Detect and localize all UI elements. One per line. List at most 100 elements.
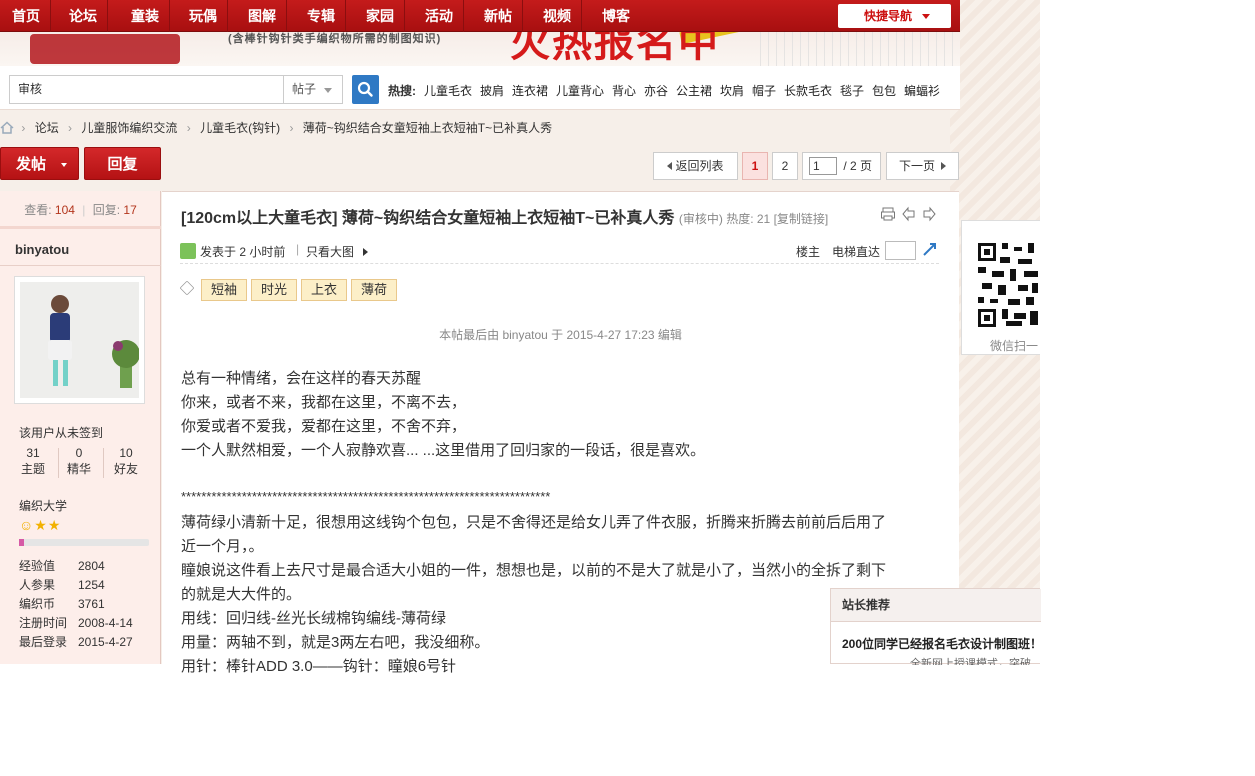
- hot-search-item[interactable]: 毯子: [840, 82, 864, 99]
- post-line: 总有一种情绪，会在这样的春天苏醒: [181, 370, 422, 387]
- info-last-login: 最后登录 2015-4-27: [19, 635, 133, 649]
- chevron-down-icon: [61, 163, 67, 167]
- site-logo[interactable]: [30, 34, 180, 64]
- breadcrumb-item[interactable]: 薄荷~钩织结合女童短袖上衣短袖T~已补真人秀: [303, 121, 552, 135]
- recommend-item[interactable]: 200位同学已经报名毛衣设计制图班！: [842, 635, 1042, 652]
- back-to-list-button[interactable]: 返回列表: [653, 152, 738, 180]
- elevator-input[interactable]: [885, 241, 916, 260]
- hot-search-item[interactable]: 儿童背心: [556, 82, 604, 99]
- quick-nav-button[interactable]: 快捷导航: [838, 4, 951, 28]
- hot-search-item[interactable]: 背心: [612, 82, 636, 99]
- page-2-button[interactable]: 2: [772, 152, 798, 180]
- info-registered: 注册时间 2008-4-14: [19, 616, 133, 630]
- hot-search-item[interactable]: 帽子: [752, 82, 776, 99]
- topics-count[interactable]: 31 主题: [13, 446, 53, 477]
- replies-count: 17: [123, 203, 137, 217]
- author-name[interactable]: binyatou: [15, 242, 69, 257]
- search-icon: [357, 81, 373, 97]
- nav-home-space[interactable]: 家园: [356, 0, 405, 32]
- heat: 热度: 21: [726, 212, 771, 226]
- avatar-photo: [20, 282, 140, 398]
- hot-search-item[interactable]: 蝙蝠衫: [904, 82, 940, 99]
- hot-search-item[interactable]: 儿童毛衣: [424, 82, 472, 99]
- ruler-graphic: [760, 30, 960, 66]
- online-status-icon: [180, 243, 196, 259]
- post-title: [120cm以上大童毛衣] 薄荷~钩织结合女童短袖上衣短袖T~已补真人秀 (审核…: [181, 204, 828, 228]
- next-thread-icon[interactable]: [922, 206, 936, 222]
- chevron-right-icon: [363, 248, 368, 256]
- avatar[interactable]: [14, 276, 145, 404]
- breadcrumb-item[interactable]: 论坛: [35, 121, 59, 135]
- post-line: 你爱或者不爱我，爱都在这里，不舍不弃，: [181, 418, 467, 435]
- tag-item[interactable]: 薄荷: [351, 279, 398, 301]
- replies-label: 回复:: [92, 203, 121, 217]
- nav-diagrams[interactable]: 图解: [238, 0, 287, 32]
- new-post-button[interactable]: 发帖: [0, 147, 79, 180]
- recommend-title: 站长推荐: [831, 589, 1041, 622]
- chevron-down-icon: [922, 14, 930, 19]
- hot-search-item[interactable]: 长款毛衣: [784, 82, 832, 99]
- next-page-button[interactable]: 下一页: [886, 152, 959, 180]
- page-1-button[interactable]: 1: [742, 152, 768, 180]
- hot-search-item[interactable]: 包包: [872, 82, 896, 99]
- only-image-link[interactable]: 只看大图: [306, 243, 354, 260]
- nav-forum[interactable]: 论坛: [59, 0, 108, 32]
- digest-count[interactable]: 0 精华: [59, 446, 99, 477]
- hot-search-item[interactable]: 公主裙: [676, 82, 712, 99]
- hot-search-item[interactable]: 连衣裙: [512, 82, 548, 99]
- tag-item[interactable]: 时光: [251, 279, 298, 301]
- floor-label: 楼主: [796, 245, 821, 259]
- posted-time: 发表于 2 小时前: [200, 245, 286, 259]
- previous-thread-icon[interactable]: [902, 206, 916, 222]
- info-coins: 编织币 3761: [19, 597, 105, 611]
- nav-albums[interactable]: 专辑: [297, 0, 346, 32]
- elevator-label: 电梯直达: [832, 245, 881, 259]
- nav-video[interactable]: 视频: [533, 0, 582, 32]
- breadcrumb-separator: ›: [68, 121, 73, 135]
- main-nav: 首页 论坛 童装 玩偶 图解 专辑 家园 活动 新帖 视频 博客 快捷导航: [0, 0, 960, 32]
- qr-caption: 微信扫一: [990, 339, 1039, 353]
- print-icon[interactable]: [880, 206, 896, 222]
- post-line: 用量：两轴不到，就是3两左右吧，我没细称。: [181, 634, 490, 651]
- search-button[interactable]: [352, 75, 379, 104]
- nav-events[interactable]: 活动: [415, 0, 464, 32]
- tag-item[interactable]: 上衣: [301, 279, 348, 301]
- search-input[interactable]: 审核: [9, 75, 283, 104]
- page-number-input[interactable]: 1: [809, 157, 837, 175]
- post-divider-line: ****************************************…: [181, 489, 551, 504]
- info-fruit: 人参果 1254: [19, 578, 105, 592]
- nav-blog[interactable]: 博客: [592, 0, 640, 32]
- copy-link[interactable]: [复制链接]: [774, 212, 829, 226]
- signin-status: 该用户从未签到: [19, 426, 104, 440]
- breadcrumb-item[interactable]: 儿童毛衣(钩针): [200, 121, 280, 135]
- go-arrow-icon[interactable]: [922, 241, 938, 257]
- hot-search-label: 热搜:: [388, 84, 416, 98]
- nav-home[interactable]: 首页: [0, 0, 51, 32]
- thread-stats: 查看: 104 | 回复: 17: [0, 191, 161, 229]
- hot-search-item[interactable]: 坎肩: [720, 82, 744, 99]
- hot-search-item[interactable]: 亦谷: [644, 82, 668, 99]
- tag-item[interactable]: 短袖: [201, 279, 248, 301]
- new-post-label: 发帖: [16, 156, 47, 173]
- breadcrumb-separator: ›: [186, 121, 191, 135]
- post-line: 用线：回归线-丝光长绒棉钩编线-薄荷绿: [181, 610, 446, 627]
- hot-search-item[interactable]: 披肩: [480, 82, 504, 99]
- nav-kids-wear[interactable]: 童装: [121, 0, 170, 32]
- search-type-select[interactable]: 帖子: [283, 75, 343, 104]
- views-label: 查看:: [24, 203, 52, 217]
- breadcrumb-item[interactable]: 儿童服饰编织交流: [81, 121, 177, 135]
- post-title-text: [120cm以上大童毛衣] 薄荷~钩织结合女童短袖上衣短袖T~已补真人秀: [181, 210, 675, 227]
- total-pages: / 2 页: [843, 159, 872, 173]
- home-icon[interactable]: [0, 121, 14, 134]
- nav-new-posts[interactable]: 新帖: [474, 0, 523, 32]
- friends-count[interactable]: 10 好友: [106, 446, 146, 477]
- wechat-qr-panel[interactable]: 微信扫一: [961, 220, 1041, 355]
- meta-separator: |: [296, 242, 300, 256]
- user-group[interactable]: 编织大学: [19, 497, 67, 514]
- level-progress: [19, 539, 149, 546]
- next-page-label: 下一页: [898, 159, 935, 173]
- recommend-subtitle: 全新网上授课模式，突破: [910, 658, 1031, 665]
- nav-dolls[interactable]: 玩偶: [179, 0, 228, 32]
- banner-subtitle: (含棒针钩针类手编织物所需的制图知识): [228, 33, 442, 45]
- reply-button[interactable]: 回复: [84, 147, 161, 180]
